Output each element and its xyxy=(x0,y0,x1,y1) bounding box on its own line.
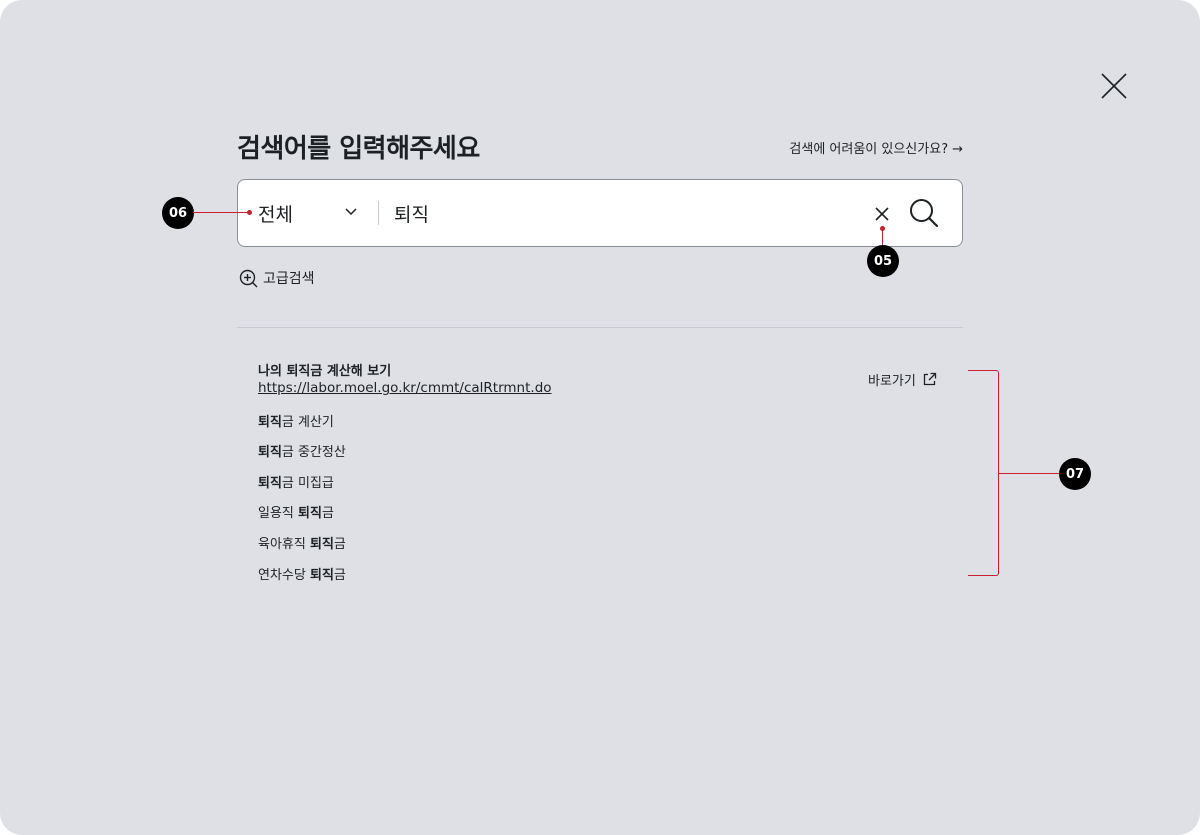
annotation-badge-05: 05 xyxy=(867,245,899,277)
suggestion-item[interactable]: 육아휴직 퇴직금 xyxy=(258,533,346,552)
advanced-search-button[interactable]: 고급검색 xyxy=(239,267,315,289)
search-scope-select[interactable]: 전체 xyxy=(258,180,362,246)
section-divider xyxy=(237,327,963,328)
annotation-badge-06: 06 xyxy=(162,197,194,229)
external-link-icon xyxy=(923,372,936,386)
suggestion-post: 금 xyxy=(333,537,346,552)
featured-title-pre: 나의 xyxy=(258,364,287,379)
search-help-label: 검색에 어려움이 있으신가요? xyxy=(789,142,949,157)
featured-result-title[interactable]: 나의 퇴직금 계산해 보기 xyxy=(258,360,391,379)
annotation-badge-07: 07 xyxy=(1059,458,1091,490)
search-icon[interactable] xyxy=(908,197,940,229)
search-divider xyxy=(378,201,379,225)
suggestion-bold: 퇴직 xyxy=(309,537,334,552)
annotation-bracket-07 xyxy=(968,370,999,576)
clear-icon[interactable] xyxy=(872,204,892,224)
suggestion-item[interactable]: 퇴직금 미집급 xyxy=(258,472,334,491)
suggestion-post: 금 xyxy=(333,568,346,583)
page-title: 검색어를 입력해주세요 xyxy=(237,134,480,164)
search-help-link[interactable]: 검색에 어려움이 있으신가요? → xyxy=(773,138,963,157)
suggestion-bold: 퇴직 xyxy=(258,476,282,491)
suggestion-item[interactable]: 연차수당 퇴직금 xyxy=(258,564,346,583)
chevron-down-icon xyxy=(345,208,357,216)
search-overlay: 검색어를 입력해주세요 검색에 어려움이 있으신가요? → 전체 퇴직 고급검색… xyxy=(0,0,1200,835)
zoom-in-icon xyxy=(239,269,258,287)
search-scope-value: 전체 xyxy=(258,203,293,226)
search-input[interactable] xyxy=(394,180,854,246)
annotation-line-07 xyxy=(999,473,1059,474)
featured-title-bold: 퇴직 xyxy=(286,364,311,379)
suggestion-item[interactable]: 퇴직금 중간정산 xyxy=(258,441,346,460)
close-icon[interactable] xyxy=(1096,68,1132,104)
suggestion-item[interactable]: 일용직 퇴직금 xyxy=(258,502,334,521)
goto-label: 바로가기 xyxy=(868,374,916,389)
featured-title-post: 금 계산해 보기 xyxy=(310,364,392,379)
suggestion-bold: 퇴직 xyxy=(309,568,334,583)
featured-result-url[interactable]: https://labor.moel.go.kr/cmmt/calRtrmnt.… xyxy=(258,380,552,396)
suggestion-post: 금 xyxy=(321,506,334,521)
annotation-line-05 xyxy=(882,229,883,246)
search-bar: 전체 xyxy=(237,179,963,247)
suggestion-bold: 퇴직 xyxy=(298,506,322,521)
advanced-search-label: 고급검색 xyxy=(263,271,315,287)
suggestion-post: 금 계산기 xyxy=(281,415,334,430)
arrow-right-icon: → xyxy=(952,142,963,157)
goto-link[interactable]: 바로가기 xyxy=(868,370,937,389)
suggestion-bold: 퇴직 xyxy=(258,415,282,430)
suggestion-item[interactable]: 퇴직금 계산기 xyxy=(258,411,334,430)
suggestion-post: 금 미집급 xyxy=(281,476,334,491)
suggestion-pre: 일용직 xyxy=(258,506,299,521)
annotation-dot-06 xyxy=(247,210,252,215)
annotation-line-06 xyxy=(193,212,249,213)
suggestion-pre: 연차수당 xyxy=(258,568,310,583)
suggestion-pre: 육아휴직 xyxy=(258,537,310,552)
suggestion-bold: 퇴직 xyxy=(258,445,282,460)
suggestion-post: 금 중간정산 xyxy=(281,445,346,460)
